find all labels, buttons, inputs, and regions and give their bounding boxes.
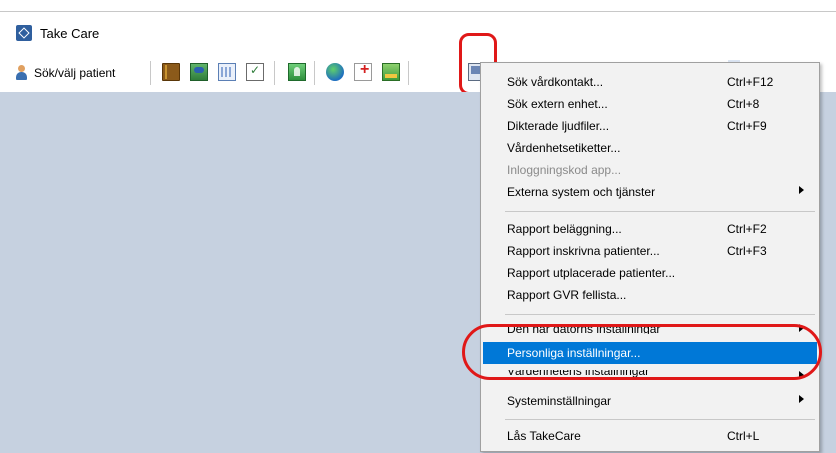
checklist-icon[interactable] bbox=[246, 63, 264, 81]
menu-item-sok-extern-enhet[interactable]: Sök extern enhet... Ctrl+8 bbox=[483, 93, 817, 115]
toolbar-separator bbox=[408, 61, 409, 85]
app-title: Take Care bbox=[40, 26, 100, 41]
title-bar bbox=[0, 13, 836, 53]
menu-item-dikterade-ljudfiler[interactable]: Dikterade ljudfiler... Ctrl+F9 bbox=[483, 115, 817, 137]
submenu-arrow-icon bbox=[799, 186, 804, 194]
menu-item-rapport-utplacerade[interactable]: Rapport utplacerade patienter... bbox=[483, 262, 817, 284]
menu-item-systeminstallningar[interactable]: Systeminställningar bbox=[483, 390, 817, 412]
take-care-logo-icon bbox=[16, 25, 32, 41]
menu-item-rapport-belaggning[interactable]: Rapport beläggning... Ctrl+F2 bbox=[483, 218, 817, 240]
add-record-icon[interactable] bbox=[354, 61, 372, 81]
window-top-edge bbox=[0, 0, 836, 12]
select-patient-label: Sök/välj patient bbox=[34, 66, 116, 80]
menu-item-vardenhetsetiketter[interactable]: Vårdenhetsetiketter... bbox=[483, 137, 817, 159]
toolbar-separator bbox=[314, 61, 315, 85]
person-icon bbox=[14, 65, 30, 81]
dropdown-menu: Sök vårdkontakt... Ctrl+F12 Sök extern en… bbox=[480, 62, 820, 452]
menu-item-sok-vardkontakt[interactable]: Sök vårdkontakt... Ctrl+F12 bbox=[483, 71, 817, 93]
toolbar-separator bbox=[274, 61, 275, 85]
menu-item-rapport-inskrivna[interactable]: Rapport inskrivna patienter... Ctrl+F3 bbox=[483, 240, 817, 262]
menu-item-externa-system[interactable]: Externa system och tjänster bbox=[483, 181, 817, 203]
select-patient-button[interactable]: Sök/välj patient bbox=[14, 63, 115, 83]
menu-item-rapport-gvr[interactable]: Rapport GVR fellista... bbox=[483, 284, 817, 306]
menu-separator bbox=[505, 211, 815, 212]
globe-icon[interactable] bbox=[326, 63, 344, 81]
card-icon[interactable] bbox=[382, 63, 400, 81]
submenu-arrow-icon bbox=[799, 395, 804, 403]
menu-item-inloggningskod-app: Inloggningskod app... bbox=[507, 163, 622, 177]
people-icon[interactable] bbox=[190, 63, 208, 81]
screen-person-icon[interactable] bbox=[288, 63, 306, 81]
menu-separator bbox=[505, 419, 815, 420]
menu-separator bbox=[505, 314, 815, 315]
highlight-ring-menu bbox=[462, 324, 822, 380]
book-icon[interactable] bbox=[162, 63, 180, 81]
toolbar-separator bbox=[150, 61, 151, 85]
menu-item-las-takecare[interactable]: Lås TakeCare Ctrl+L bbox=[483, 425, 817, 447]
calendar-icon[interactable] bbox=[218, 63, 236, 81]
